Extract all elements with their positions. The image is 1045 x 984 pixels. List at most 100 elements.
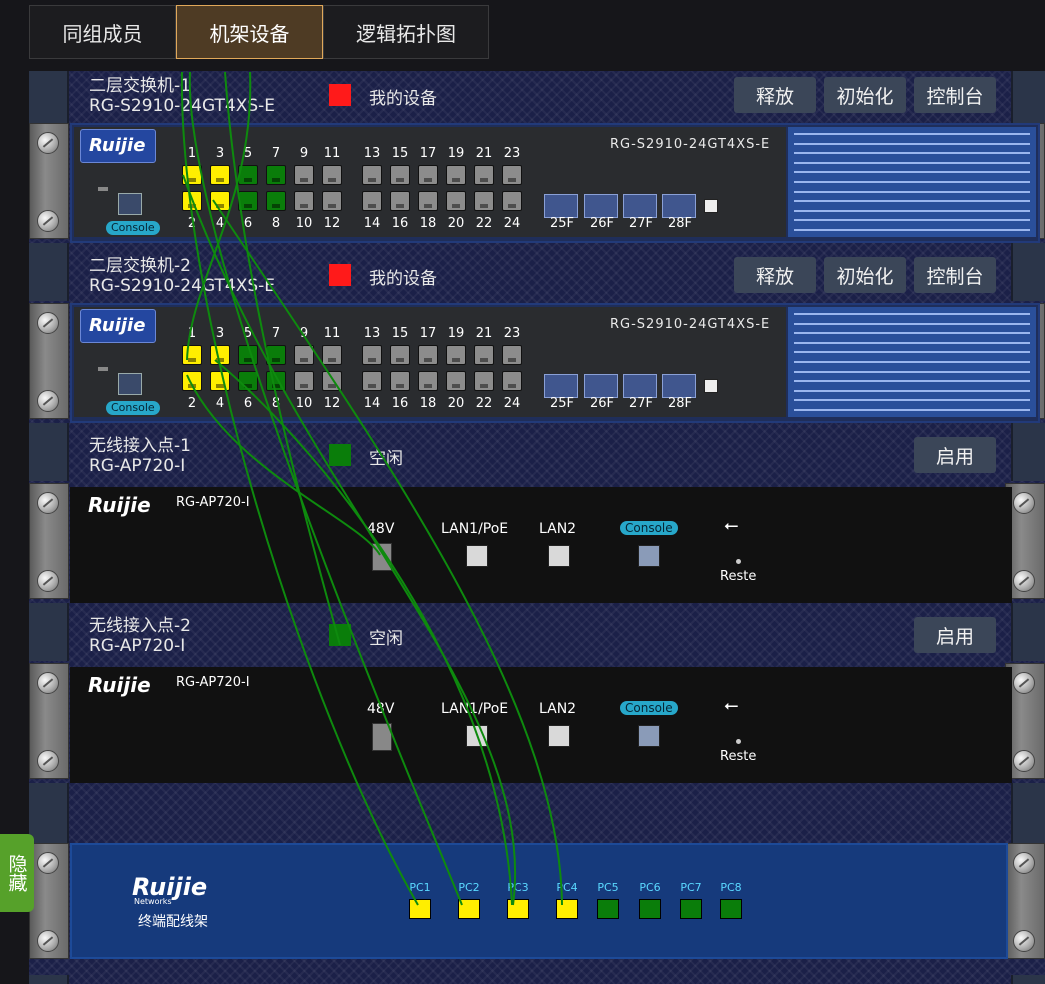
ethernet-port[interactable] <box>446 165 466 185</box>
ethernet-port[interactable] <box>446 345 466 365</box>
sfp-port[interactable] <box>584 194 618 218</box>
ethernet-port[interactable] <box>446 371 466 391</box>
ethernet-port[interactable] <box>210 165 230 185</box>
pc-port-label: PC8 <box>720 881 742 894</box>
pc-port[interactable] <box>720 899 742 919</box>
rack-rail-left <box>29 243 69 301</box>
initialize-button[interactable]: 初始化 <box>824 77 906 113</box>
port-number: 10 <box>295 216 313 231</box>
ethernet-port[interactable] <box>182 165 202 185</box>
port-number: 5 <box>243 326 253 341</box>
console-button[interactable]: 控制台 <box>914 77 996 113</box>
console-port[interactable] <box>638 725 660 747</box>
ethernet-port[interactable] <box>474 191 494 211</box>
lan1-port[interactable] <box>466 545 488 567</box>
ethernet-port[interactable] <box>322 191 342 211</box>
port-number: 19 <box>447 146 465 161</box>
port-number: 18 <box>419 216 437 231</box>
lock-icon <box>704 199 718 213</box>
sfp-port[interactable] <box>623 194 657 218</box>
port-number: 9 <box>299 326 309 341</box>
pc-port[interactable] <box>458 899 480 919</box>
sfp-port[interactable] <box>544 194 578 218</box>
ethernet-port[interactable] <box>446 191 466 211</box>
panel-model: RG-S2910-24GT4XS-E <box>610 317 771 332</box>
port-number: 1 <box>187 146 197 161</box>
initialize-button[interactable]: 初始化 <box>824 257 906 293</box>
release-button[interactable]: 释放 <box>734 77 816 113</box>
lan2-port[interactable] <box>548 725 570 747</box>
port-number: 24 <box>503 216 521 231</box>
sfp-port[interactable] <box>544 374 578 398</box>
ethernet-port[interactable] <box>322 165 342 185</box>
ethernet-port[interactable] <box>210 371 230 391</box>
ethernet-port[interactable] <box>418 371 438 391</box>
tab-logical-topology[interactable]: 逻辑拓扑图 <box>323 5 489 59</box>
tab-rack-devices[interactable]: 机架设备 <box>176 5 323 59</box>
screw-icon <box>37 312 59 334</box>
ethernet-port[interactable] <box>390 345 410 365</box>
pc-port[interactable] <box>680 899 702 919</box>
ethernet-port[interactable] <box>238 191 258 211</box>
pc-port[interactable] <box>597 899 619 919</box>
ethernet-port[interactable] <box>266 371 286 391</box>
lan1-port[interactable] <box>466 725 488 747</box>
sfp-port[interactable] <box>662 374 696 398</box>
lan2-port[interactable] <box>548 545 570 567</box>
ethernet-port[interactable] <box>474 371 494 391</box>
ethernet-port[interactable] <box>266 165 286 185</box>
ethernet-port[interactable] <box>294 165 314 185</box>
ethernet-port[interactable] <box>502 345 522 365</box>
ethernet-port[interactable] <box>238 345 258 365</box>
sfp-port[interactable] <box>584 374 618 398</box>
ethernet-port[interactable] <box>266 191 286 211</box>
enable-button[interactable]: 启用 <box>914 437 996 473</box>
ethernet-port[interactable] <box>362 371 382 391</box>
tab-group-members[interactable]: 同组成员 <box>29 5 176 59</box>
ethernet-port[interactable] <box>362 345 382 365</box>
release-button[interactable]: 释放 <box>734 257 816 293</box>
ethernet-port[interactable] <box>474 165 494 185</box>
enable-button[interactable]: 启用 <box>914 617 996 653</box>
ethernet-port[interactable] <box>474 345 494 365</box>
usb-icon: ⭠ <box>724 515 739 536</box>
ethernet-port[interactable] <box>210 345 230 365</box>
ethernet-port[interactable] <box>418 345 438 365</box>
hide-panel-button[interactable]: 隐藏 <box>0 834 34 912</box>
ethernet-port[interactable] <box>390 165 410 185</box>
console-port[interactable] <box>638 545 660 567</box>
ethernet-port[interactable] <box>390 371 410 391</box>
ethernet-port[interactable] <box>502 371 522 391</box>
vent-slot <box>794 200 1030 203</box>
ethernet-port[interactable] <box>294 371 314 391</box>
ethernet-port[interactable] <box>238 371 258 391</box>
sfp-port[interactable] <box>662 194 696 218</box>
ethernet-port[interactable] <box>266 345 286 365</box>
ethernet-port[interactable] <box>390 191 410 211</box>
brand-text: Ruijie <box>89 135 146 156</box>
ethernet-port[interactable] <box>182 345 202 365</box>
rack-rail-left <box>29 603 69 661</box>
mount-ear-left <box>29 303 69 419</box>
ethernet-port[interactable] <box>182 371 202 391</box>
ethernet-port[interactable] <box>502 191 522 211</box>
console-button[interactable]: 控制台 <box>914 257 996 293</box>
ethernet-port[interactable] <box>238 165 258 185</box>
ethernet-port[interactable] <box>210 191 230 211</box>
ethernet-port[interactable] <box>362 191 382 211</box>
ethernet-port[interactable] <box>294 345 314 365</box>
ethernet-port[interactable] <box>294 191 314 211</box>
ethernet-port[interactable] <box>362 165 382 185</box>
ethernet-port[interactable] <box>418 165 438 185</box>
ethernet-port[interactable] <box>502 165 522 185</box>
ethernet-port[interactable] <box>182 191 202 211</box>
pc-port[interactable] <box>639 899 661 919</box>
sfp-port[interactable] <box>623 374 657 398</box>
ethernet-port[interactable] <box>322 345 342 365</box>
pc-port[interactable] <box>507 899 529 919</box>
pc-port[interactable] <box>556 899 578 919</box>
vent-panel <box>788 127 1036 237</box>
ethernet-port[interactable] <box>322 371 342 391</box>
ethernet-port[interactable] <box>418 191 438 211</box>
pc-port[interactable] <box>409 899 431 919</box>
